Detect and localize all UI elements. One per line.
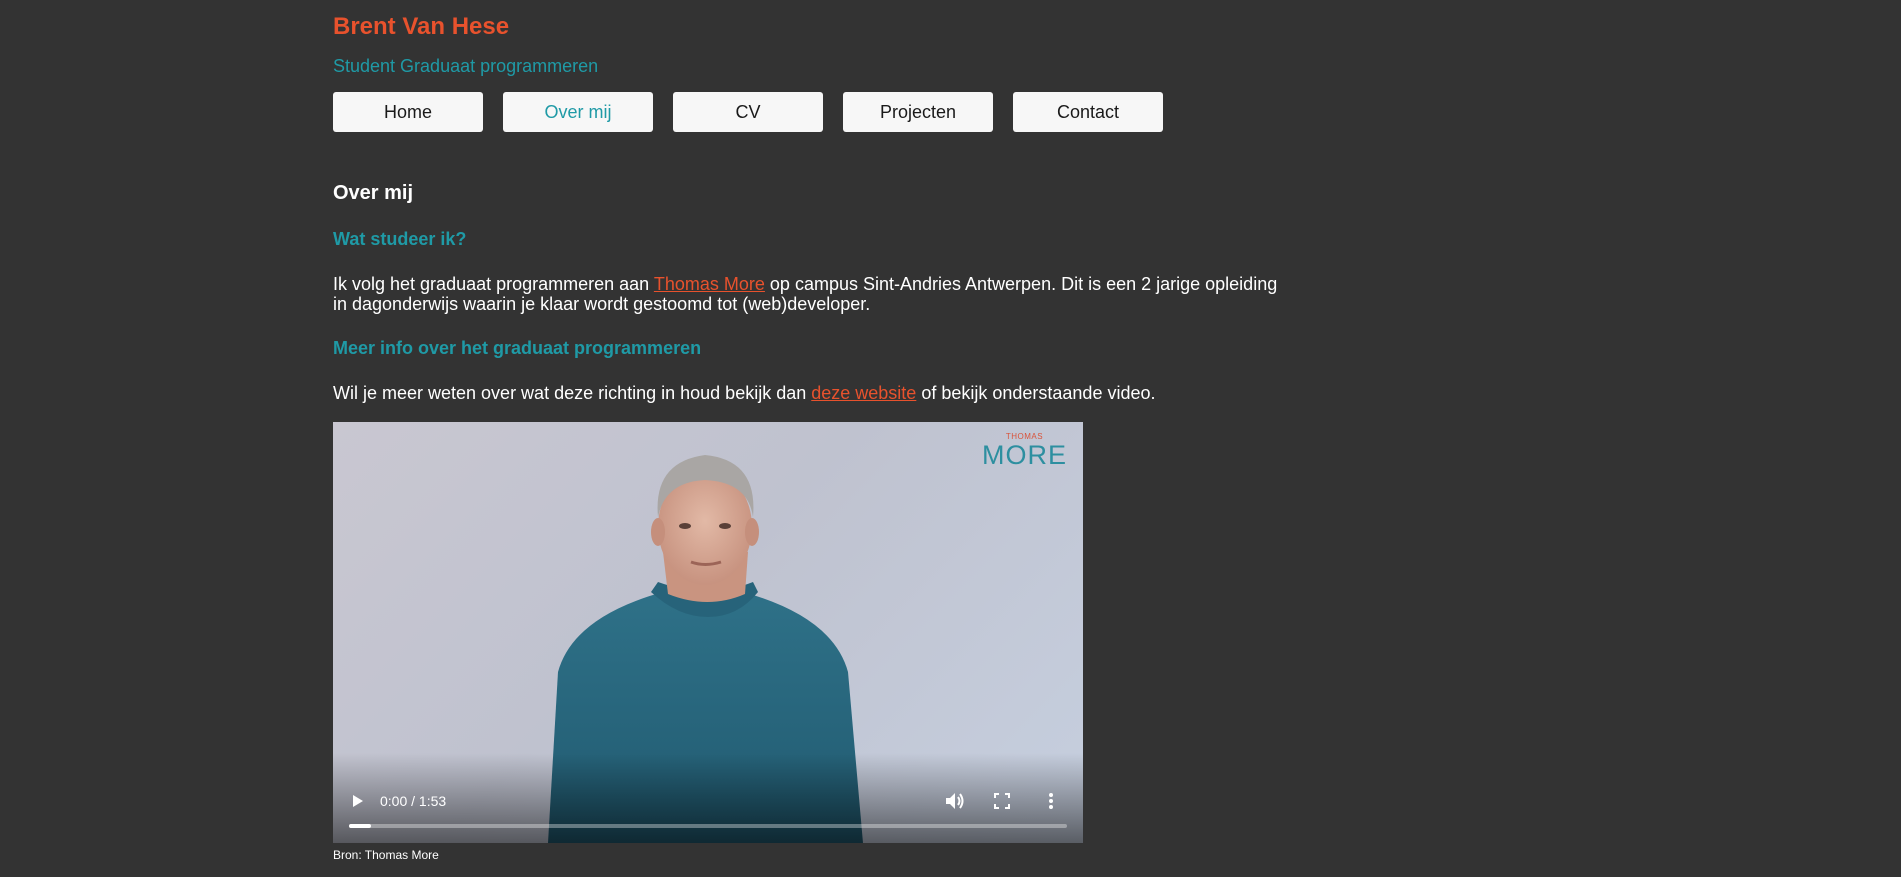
thomas-more-link[interactable]: Thomas More (654, 274, 765, 294)
logo-big-text: MORE (982, 440, 1067, 470)
video-progress-bar[interactable] (349, 824, 1067, 828)
more-info-text-end: of bekijk onderstaande video. (916, 383, 1156, 403)
nav-projecten-button[interactable]: Projecten (843, 92, 993, 132)
site-title: Brent Van Hese (333, 13, 510, 40)
nav-contact-button[interactable]: Contact (1013, 92, 1163, 132)
main-nav: Home Over mij CV Projecten Contact (333, 92, 1183, 132)
site-subtitle: Student Graduaat programmeren (333, 56, 599, 76)
nav-over-mij-button[interactable]: Over mij (503, 92, 653, 132)
website-link[interactable]: deze website (811, 383, 916, 403)
video-time: 0:00 / 1:53 (380, 793, 447, 809)
nav-cv-button[interactable]: CV (673, 92, 823, 132)
study-paragraph: Ik volg het graduaat programmeren aan Th… (333, 274, 1283, 314)
fullscreen-icon[interactable] (991, 790, 1013, 812)
more-info-text-start: Wil je meer weten over wat deze richting… (333, 383, 812, 403)
page-heading: Over mij (333, 182, 414, 204)
section-heading-study: Wat studeer ik? (333, 229, 467, 249)
study-text-start: Ik volg het graduaat programmeren aan (333, 274, 654, 294)
video-progress-fill (349, 824, 371, 828)
play-icon[interactable] (346, 790, 368, 812)
video-controls: 0:00 / 1:53 (333, 753, 1083, 843)
more-vert-icon[interactable] (1040, 790, 1062, 812)
nav-home-button[interactable]: Home (333, 92, 483, 132)
section-heading-more-info: Meer info over het graduaat programmeren (333, 338, 702, 358)
thomas-more-logo: THOMAS MORE (982, 432, 1067, 469)
volume-icon[interactable] (943, 790, 967, 812)
video-player[interactable]: THOMAS MORE 0:00 / 1:53 (333, 422, 1083, 843)
more-info-paragraph: Wil je meer weten over wat deze richting… (333, 383, 1156, 403)
video-caption: Bron: Thomas More (333, 848, 439, 862)
